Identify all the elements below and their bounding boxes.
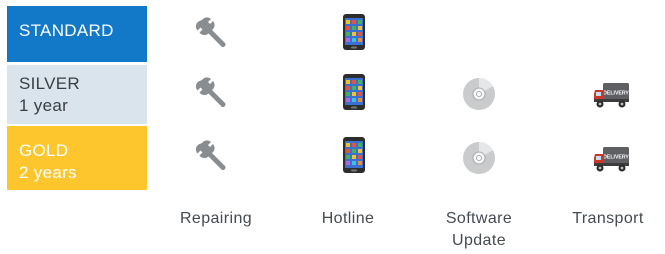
phone-icon [334,135,374,175]
tier-silver-name: SILVER [19,74,81,93]
tier-gold: GOLD 2 years [7,126,147,190]
phone-icon [334,12,374,52]
disc-icon [459,138,499,178]
truck-text: DELIVERY [603,91,629,97]
phone-icon [334,72,374,112]
tier-silver-duration: 1 year [19,96,69,115]
tier-standard: STANDARD [7,6,147,62]
feature-label-hotline: Hotline [321,210,375,227]
feature-label-repairing: Repairing [179,210,253,227]
wrench-icon [195,12,236,52]
delivery-truck-icon: DELIVERY [592,74,632,114]
truck-text: DELIVERY [603,155,629,161]
service-comparison: STANDARD SILVER 1 year GOLD 2 years DELI… [0,0,665,254]
feature-label-transport: Transport [572,210,644,227]
delivery-truck-icon: DELIVERY [592,138,632,178]
disc-icon [459,74,499,114]
tier-gold-duration: 2 years [19,163,77,182]
tier-silver: SILVER 1 year [7,65,147,124]
wrench-icon [195,135,236,175]
wrench-icon [195,72,236,112]
tier-gold-name: GOLD [19,141,69,160]
tier-standard-name: STANDARD [19,21,114,40]
feature-label-software-update: Software Update [424,208,534,252]
feature-label-update: Update [452,232,506,249]
feature-label-software: Software [445,210,513,227]
